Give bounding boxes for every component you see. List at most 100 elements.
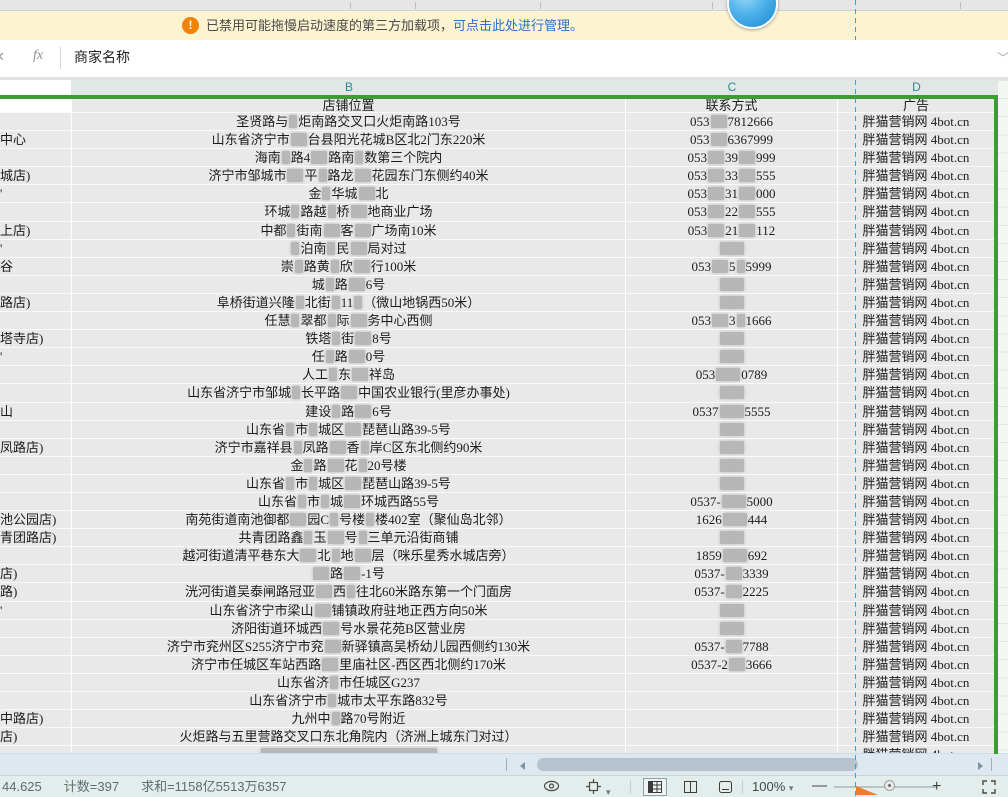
cell-b-row-1[interactable]: 圣贤路与炬南路交叉口火炬南路103号 [72, 113, 626, 131]
cell-a-row-5[interactable]: ' [0, 185, 72, 203]
cell-a-row-36[interactable] [0, 746, 72, 753]
eye-protection-icon[interactable] [543, 779, 560, 793]
cell-b-row-34[interactable]: 九州中路70号附近 [72, 710, 626, 728]
scroll-right-icon[interactable] [978, 762, 983, 770]
cell-d-row-33[interactable]: 胖猫营销网 4bot.cn [838, 692, 995, 710]
zoom-out-button[interactable]: — [812, 776, 827, 797]
cell-c-row-15[interactable]: 0530789 [626, 366, 838, 384]
header-cell-store-location[interactable]: 店铺位置 [72, 99, 626, 113]
header-cell-ad[interactable]: 广告 [838, 99, 995, 113]
cell-b-row-9[interactable]: 崇路黄欣行100米 [72, 258, 626, 276]
fx-icon[interactable]: fx [33, 48, 43, 64]
cell-c-row-29[interactable] [626, 620, 838, 638]
cell-b-row-15[interactable]: 人工东祥岛 [72, 366, 626, 384]
cell-c-row-32[interactable] [626, 674, 838, 692]
cell-b-row-3[interactable]: 海南路4路南数第三个院内 [72, 149, 626, 167]
zoom-level[interactable]: 100% ▾ [752, 776, 793, 797]
cell-b-row-19[interactable]: 济宁市嘉祥县凤路香岸C区东北侧约90米 [72, 439, 626, 457]
page-layout-view-button[interactable] [678, 778, 702, 796]
cell-c-row-23[interactable]: 1626444 [626, 511, 838, 529]
cell-a-row-4[interactable]: 城店) [0, 167, 72, 185]
cell-a-row-15[interactable] [0, 366, 72, 384]
cell-a-row-3[interactable] [0, 149, 72, 167]
cell-a-row-10[interactable] [0, 276, 72, 294]
cell-b-row-26[interactable]: 路-1号 [72, 565, 626, 583]
cell-a-row-22[interactable] [0, 493, 72, 511]
cell-d-row-25[interactable]: 胖猫营销网 4bot.cn [838, 547, 995, 565]
cell-c-row-17[interactable]: 05375555 [626, 403, 838, 421]
cell-b-row-13[interactable]: 铁塔街8号 [72, 330, 626, 348]
cell-c-row-2[interactable]: 0536367999 [626, 131, 838, 149]
cell-d-row-31[interactable]: 胖猫营销网 4bot.cn [838, 656, 995, 674]
cell-d-row-12[interactable]: 胖猫营销网 4bot.cn [838, 312, 995, 330]
cell-c-row-14[interactable] [626, 348, 838, 366]
cell-c-row-20[interactable] [626, 457, 838, 475]
cell-b-row-20[interactable]: 金路花20号楼 [72, 457, 626, 475]
cell-c-row-36[interactable] [626, 746, 838, 753]
cell-d-row-10[interactable]: 胖猫营销网 4bot.cn [838, 276, 995, 294]
cell-a-row-24[interactable]: 青团路店) [0, 529, 72, 547]
cell-b-row-6[interactable]: 环城路越桥地商业广场 [72, 203, 626, 221]
cell-a-row-25[interactable] [0, 547, 72, 565]
cell-b-row-28[interactable]: 山东省济宁市梁山铺镇政府驻地正西方向50米 [72, 602, 626, 620]
manage-addins-link[interactable]: 可点击此处进行管理。 [453, 18, 583, 33]
cell-c-row-10[interactable] [626, 276, 838, 294]
cell-a-row-28[interactable]: ' [0, 602, 72, 620]
cell-d-row-32[interactable]: 胖猫营销网 4bot.cn [838, 674, 995, 692]
cell-a-row-21[interactable] [0, 475, 72, 493]
cell-d-row-3[interactable]: 胖猫营销网 4bot.cn [838, 149, 995, 167]
cell-c-row-28[interactable] [626, 602, 838, 620]
cell-c-row-11[interactable] [626, 294, 838, 312]
cell-d-row-35[interactable]: 胖猫营销网 4bot.cn [838, 728, 995, 746]
cell-d-row-9[interactable]: 胖猫营销网 4bot.cn [838, 258, 995, 276]
cell-a-row-17[interactable]: 山 [0, 403, 72, 421]
formula-bar-expand-icon[interactable]: ﹀ [997, 49, 1008, 66]
cell-c-row-7[interactable]: 05321112 [626, 222, 838, 240]
cell-a-row-19[interactable]: 凤路店) [0, 439, 72, 457]
cell-c-row-22[interactable]: 0537-5000 [626, 493, 838, 511]
cell-c-row-1[interactable]: 0537812666 [626, 113, 838, 131]
cell-d-row-18[interactable]: 胖猫营销网 4bot.cn [838, 421, 995, 439]
cell-a-row-6[interactable] [0, 203, 72, 221]
cell-b-row-32[interactable]: 山东省济市任城区G237 [72, 674, 626, 692]
cell-b-row-2[interactable]: 山东省济宁市台县阳光花城B区北2门东220米 [72, 131, 626, 149]
cancel-icon[interactable]: ✕ [0, 49, 5, 65]
cell-d-row-26[interactable]: 胖猫营销网 4bot.cn [838, 565, 995, 583]
cell-b-row-23[interactable]: 南苑街道南池御都园C号楼楼402室（聚仙岛北邻） [72, 511, 626, 529]
cell-c-row-31[interactable]: 0537-23666 [626, 656, 838, 674]
cell-d-row-19[interactable]: 胖猫营销网 4bot.cn [838, 439, 995, 457]
column-header-a-selected[interactable] [0, 80, 71, 95]
cell-d-row-16[interactable]: 胖猫营销网 4bot.cn [838, 384, 995, 402]
cell-a-row-12[interactable] [0, 312, 72, 330]
column-header-d[interactable]: D [838, 80, 995, 95]
horizontal-scrollbar[interactable] [0, 753, 1008, 776]
cell-b-row-11[interactable]: 阜桥街道兴隆北街11（微山地锅西50米） [72, 294, 626, 312]
cell-b-row-27[interactable]: 洸河街道吴泰闸路冠亚西往北60米路东第一个门面房 [72, 583, 626, 601]
scrollbar-thumb[interactable] [537, 758, 858, 771]
cell-d-row-24[interactable]: 胖猫营销网 4bot.cn [838, 529, 995, 547]
cell-d-row-6[interactable]: 胖猫营销网 4bot.cn [838, 203, 995, 221]
cell-d-row-20[interactable]: 胖猫营销网 4bot.cn [838, 457, 995, 475]
cell-c-row-30[interactable]: 0537-7788 [626, 638, 838, 656]
cell-d-row-22[interactable]: 胖猫营销网 4bot.cn [838, 493, 995, 511]
cell-a-row-26[interactable]: 店) [0, 565, 72, 583]
header-cell-a[interactable] [0, 99, 72, 113]
cell-b-row-14[interactable]: 任路0号 [72, 348, 626, 366]
formula-input[interactable]: 商家名称 [74, 40, 130, 77]
cell-b-row-5[interactable]: 金华城北 [72, 185, 626, 203]
cell-c-row-33[interactable] [626, 692, 838, 710]
cell-b-row-8[interactable]: 泊南民局对过 [72, 240, 626, 258]
cell-d-row-28[interactable]: 胖猫营销网 4bot.cn [838, 602, 995, 620]
cell-b-row-17[interactable]: 建设路6号 [72, 403, 626, 421]
cell-c-row-9[interactable]: 05355999 [626, 258, 838, 276]
cell-b-row-21[interactable]: 山东省市城区琵琶山路39-5号 [72, 475, 626, 493]
cell-a-row-20[interactable] [0, 457, 72, 475]
cell-a-row-29[interactable] [0, 620, 72, 638]
scroll-left-icon[interactable] [520, 762, 525, 770]
cell-b-row-22[interactable]: 山东省市城环城西路55号 [72, 493, 626, 511]
cell-a-row-34[interactable]: 中路店) [0, 710, 72, 728]
cell-d-row-21[interactable]: 胖猫营销网 4bot.cn [838, 475, 995, 493]
cell-b-row-36[interactable] [72, 746, 626, 753]
cell-a-row-1[interactable] [0, 113, 72, 131]
cell-c-row-8[interactable] [626, 240, 838, 258]
